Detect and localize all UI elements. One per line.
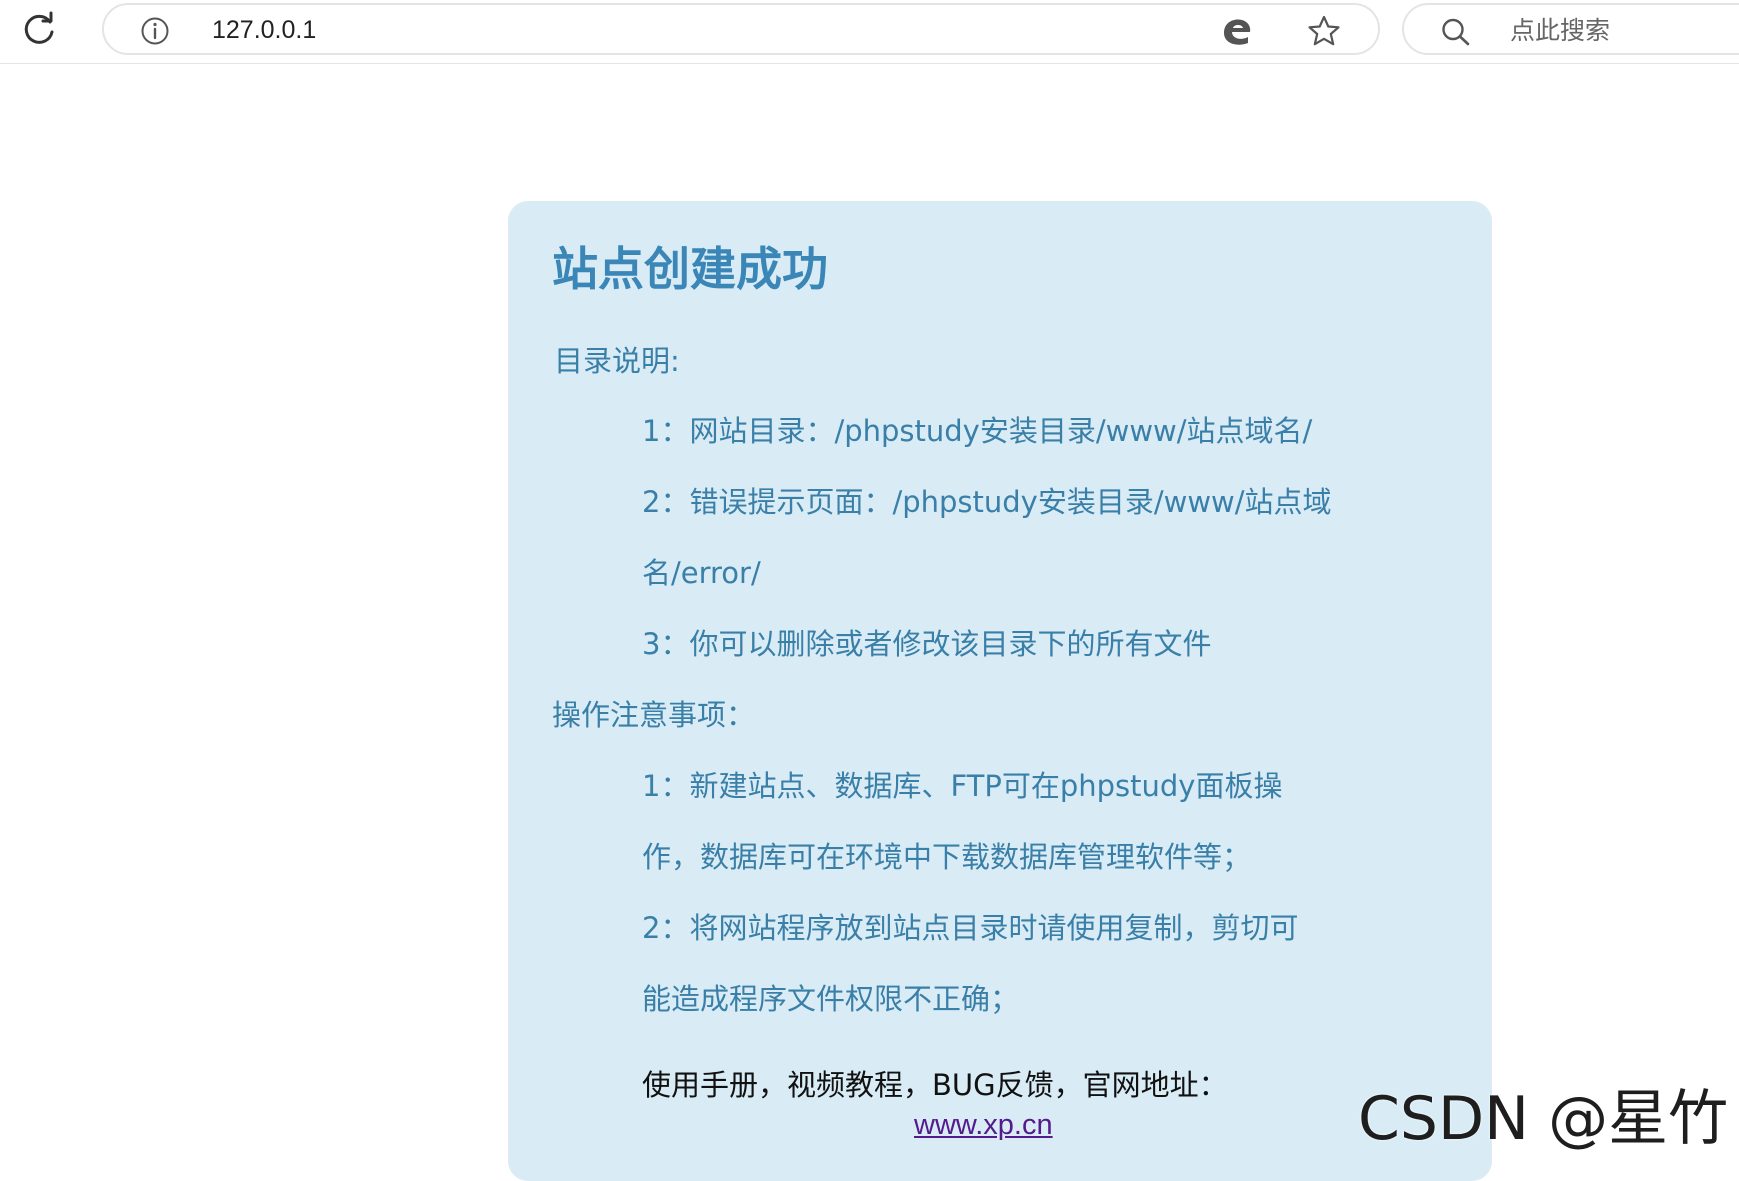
star-icon[interactable]	[1306, 14, 1342, 48]
dir-item-2: 2：错误提示页面：/phpstudy安装目录/www/站点域	[642, 485, 1332, 519]
reload-button[interactable]	[14, 8, 64, 52]
browser-toolbar: 127.0.0.1 点此搜索	[0, 0, 1739, 64]
notes-item-1-cont: 作，数据库可在环境中下载数据库管理软件等；	[642, 840, 1252, 874]
search-placeholder[interactable]: 点此搜索	[1510, 16, 1610, 46]
reload-icon	[24, 11, 54, 44]
url-text[interactable]: 127.0.0.1	[212, 15, 316, 45]
resources-line: 使用手册，视频教程，BUG反馈，官网地址：	[642, 1068, 1228, 1102]
official-site-link[interactable]: www.xp.cn	[914, 1107, 1053, 1143]
notes-item-2: 2：将网站程序放到站点目录时请使用复制，剪切可	[642, 911, 1299, 945]
dir-item-2-cont: 名/error/	[642, 556, 761, 590]
notes-heading: 操作注意事项：	[552, 698, 756, 732]
dir-item-1: 1：网站目录：/phpstudy安装目录/www/站点域名/	[642, 414, 1313, 448]
dir-item-3: 3：你可以删除或者修改该目录下的所有文件	[642, 627, 1212, 661]
page-title: 站点创建成功	[552, 242, 828, 296]
search-engine-icon[interactable]	[1218, 14, 1254, 48]
dir-heading: 目录说明:	[554, 344, 680, 378]
site-created-card: 站点创建成功 目录说明: 1：网站目录：/phpstudy安装目录/www/站点…	[508, 201, 1492, 1181]
search-icon[interactable]	[1440, 17, 1472, 47]
notes-item-2-cont: 能造成程序文件权限不正确；	[642, 982, 1020, 1016]
csdn-watermark: CSDN @星竹	[1358, 1084, 1729, 1154]
notes-item-1: 1：新建站点、数据库、FTP可在phpstudy面板操	[642, 769, 1283, 803]
search-box[interactable]: 点此搜索	[1402, 3, 1739, 55]
info-icon[interactable]	[140, 16, 170, 46]
address-bar[interactable]: 127.0.0.1	[102, 3, 1380, 55]
